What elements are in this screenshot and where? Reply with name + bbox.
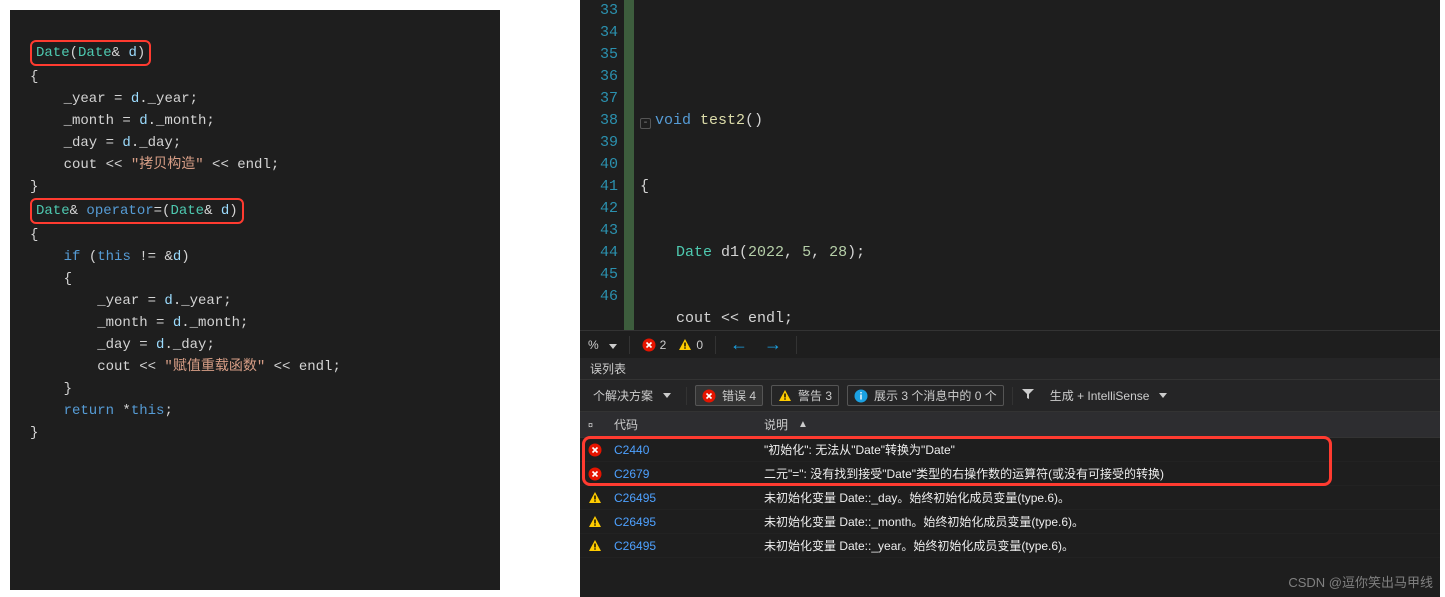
info-icon <box>854 389 868 403</box>
warning-filter-button[interactable]: 警告 3 <box>771 385 839 406</box>
change-marker <box>624 0 634 330</box>
next-issue-button[interactable]: → <box>762 334 784 355</box>
highlight-assign-op: Date& operator=(Date& d) <box>30 198 244 224</box>
prev-issue-button[interactable]: ← <box>728 334 750 355</box>
watermark: CSDN @逗你笑出马甲线 <box>1288 572 1433 591</box>
scope-dropdown[interactable]: 个解决方案 <box>586 384 678 407</box>
table-row[interactable]: C26495未初始化变量 Date::_day。始终初始化成员变量(type.6… <box>580 486 1440 510</box>
error-list-toolbar: 个解决方案 错误 4 警告 3 展示 3 个消息中的 0 个 生成 + Inte… <box>580 379 1440 412</box>
editor-status-bar: % 2 0 ← → <box>580 330 1440 358</box>
table-row[interactable]: C26495未初始化变量 Date::_month。始终初始化成员变量(type… <box>580 510 1440 534</box>
error-icon <box>588 443 602 457</box>
status-error-count[interactable]: 2 <box>642 338 667 352</box>
line-gutter: 3334353637383940414243444546 <box>580 0 624 308</box>
code-editor-left: Date(Date& d) { _year = d._year; _month … <box>10 10 500 590</box>
header-code[interactable]: 代码 <box>606 412 756 437</box>
fold-icon[interactable]: - <box>640 118 651 129</box>
table-row[interactable]: C2440"初始化": 无法从"Date"转换为"Date" <box>580 438 1440 462</box>
header-severity[interactable]: ¤ <box>580 412 606 437</box>
warning-icon <box>588 515 602 529</box>
error-list-title: 误列表 <box>580 358 1440 379</box>
build-source-dropdown[interactable]: 生成 + IntelliSense <box>1043 384 1175 407</box>
header-description[interactable]: 说明▲ <box>756 412 1440 437</box>
error-icon <box>642 338 656 352</box>
info-filter-button[interactable]: 展示 3 个消息中的 0 个 <box>847 385 1004 406</box>
table-header: ¤ 代码 说明▲ <box>580 412 1440 438</box>
sort-asc-icon: ▲ <box>798 419 808 430</box>
error-icon <box>702 389 716 403</box>
table-body: C2440"初始化": 无法从"Date"转换为"Date" C2679二元"=… <box>580 438 1440 558</box>
warning-icon <box>588 491 602 505</box>
highlight-copy-ctor: Date(Date& d) <box>30 40 151 66</box>
error-icon <box>588 467 602 481</box>
status-warning-count[interactable]: 0 <box>678 338 703 352</box>
error-table: ¤ 代码 说明▲ C2440"初始化": 无法从"Date"转换为"Date" … <box>580 412 1440 597</box>
zoom-level[interactable]: % <box>588 338 617 352</box>
error-filter-button[interactable]: 错误 4 <box>695 385 763 406</box>
filter-icon[interactable] <box>1021 387 1035 404</box>
code-area[interactable]: 3334353637383940414243444546 -void test2… <box>580 0 1440 330</box>
table-row[interactable]: C2679二元"=": 没有找到接受"Date"类型的右操作数的运算符(或没有可… <box>580 462 1440 486</box>
warning-icon <box>678 338 692 352</box>
warning-icon <box>588 539 602 553</box>
warning-icon <box>778 389 792 403</box>
table-row[interactable]: C26495未初始化变量 Date::_year。始终初始化成员变量(type.… <box>580 534 1440 558</box>
code-editor-right: 3334353637383940414243444546 -void test2… <box>580 0 1440 597</box>
